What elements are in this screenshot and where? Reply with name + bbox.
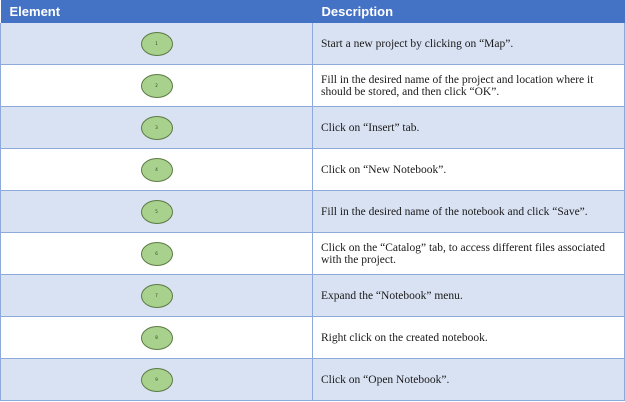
- description-cell: Fill in the desired name of the notebook…: [312, 190, 625, 233]
- table-row: 9 Click on “Open Notebook”.: [0, 358, 625, 401]
- description-cell: Click on the “Catalog” tab, to access di…: [312, 232, 625, 275]
- description-cell: Right click on the created notebook.: [312, 316, 625, 359]
- element-cell: 2: [0, 64, 313, 107]
- table-row: 5 Fill in the desired name of the notebo…: [0, 190, 625, 233]
- step-number-badge: 1: [140, 31, 173, 56]
- header-description: Description: [312, 0, 625, 23]
- step-number-badge: 4: [140, 157, 173, 182]
- element-cell: 5: [0, 190, 313, 233]
- step-number-badge: 9: [140, 367, 173, 392]
- description-cell: Click on “Insert” tab.: [312, 106, 625, 149]
- step-number-badge: 5: [140, 199, 173, 224]
- header-element: Element: [0, 0, 313, 23]
- element-cell: 4: [0, 148, 313, 191]
- step-number-badge: 6: [140, 241, 173, 266]
- description-cell: Expand the “Notebook” menu.: [312, 274, 625, 317]
- step-number-badge: 8: [140, 325, 173, 350]
- table-row: 7 Expand the “Notebook” menu.: [0, 274, 625, 317]
- description-cell: Click on “Open Notebook”.: [312, 358, 625, 401]
- element-cell: 6: [0, 232, 313, 275]
- table-row: 2 Fill in the desired name of the projec…: [0, 64, 625, 107]
- header-row: Element Description: [0, 0, 625, 23]
- table-row: 8 Right click on the created notebook.: [0, 316, 625, 359]
- element-cell: 7: [0, 274, 313, 317]
- table-row: 4 Click on “New Notebook”.: [0, 148, 625, 191]
- steps-table: Element Description 1 Start a new projec…: [0, 0, 625, 401]
- step-number-badge: 2: [140, 73, 173, 98]
- element-cell: 3: [0, 106, 313, 149]
- table-row: 1 Start a new project by clicking on “Ma…: [0, 23, 625, 65]
- description-cell: Click on “New Notebook”.: [312, 148, 625, 191]
- table-row: 6 Click on the “Catalog” tab, to access …: [0, 232, 625, 275]
- step-number-badge: 7: [140, 283, 173, 308]
- description-cell: Fill in the desired name of the project …: [312, 64, 625, 107]
- element-cell: 9: [0, 358, 313, 401]
- step-number-badge: 3: [140, 115, 173, 140]
- description-cell: Start a new project by clicking on “Map”…: [312, 23, 625, 65]
- table-row: 3 Click on “Insert” tab.: [0, 106, 625, 149]
- element-cell: 1: [0, 23, 313, 65]
- element-cell: 8: [0, 316, 313, 359]
